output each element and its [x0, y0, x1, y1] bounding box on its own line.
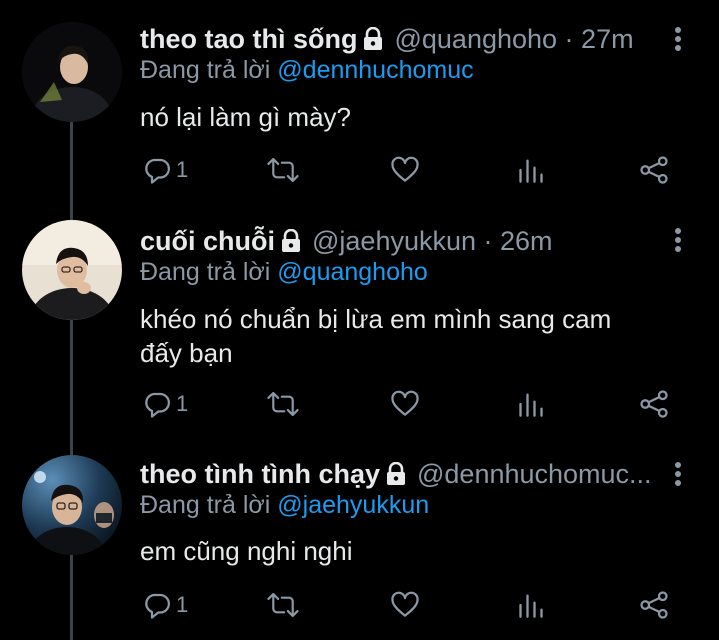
mention-link[interactable]: @dennhuchomuc	[277, 56, 473, 84]
username[interactable]: @jaehyukkun	[312, 226, 476, 257]
tweet-text: nó lại làm gì mày?	[140, 102, 351, 132]
avatar-image	[22, 22, 122, 122]
retweet-icon	[267, 391, 299, 417]
like-button[interactable]	[390, 384, 420, 424]
mention-link[interactable]: @jaehyukkun	[277, 491, 429, 519]
more-vertical-icon	[675, 228, 681, 252]
analytics-icon	[519, 393, 543, 417]
more-vertical-icon	[675, 462, 681, 486]
lock-icon	[362, 27, 384, 51]
tweet-header: theo tao thì sống @quanghoho · 27m	[140, 21, 634, 57]
heart-icon	[391, 591, 419, 617]
avatar[interactable]	[22, 455, 122, 555]
retweet-button[interactable]	[266, 384, 300, 424]
display-name[interactable]: theo tao thì sống	[140, 24, 357, 55]
analytics-button[interactable]	[517, 150, 545, 190]
reply-button[interactable]: 1	[142, 585, 188, 625]
share-icon	[640, 156, 668, 184]
replying-to-label: Đang trả lời	[140, 258, 278, 286]
replying-to: Đang trả lời @jaehyukkun	[140, 491, 429, 520]
reply-icon	[145, 593, 170, 619]
reply-count: 1	[176, 391, 189, 416]
more-options-button[interactable]	[664, 456, 692, 492]
timestamp[interactable]: 26m	[500, 226, 553, 257]
reply-icon	[145, 392, 170, 418]
more-options-button[interactable]	[664, 222, 692, 258]
heart-icon	[391, 390, 419, 416]
reply-button[interactable]: 1	[142, 150, 188, 190]
like-button[interactable]	[390, 150, 420, 190]
more-vertical-icon	[675, 27, 681, 51]
meta-separator: ·	[557, 23, 582, 54]
avatar[interactable]	[22, 220, 122, 320]
username[interactable]: @dennhuchomuc...	[417, 459, 652, 490]
replying-to: Đang trả lời @dennhuchomuc	[140, 56, 474, 85]
share-button[interactable]	[639, 150, 669, 190]
timestamp[interactable]: 27m	[581, 24, 634, 55]
more-options-button[interactable]	[664, 21, 692, 57]
tweet-text: em cũng nghi nghi	[140, 536, 353, 566]
replying-to: Đang trả lời @quanghoho	[140, 258, 428, 287]
meta-separator: ·	[476, 225, 501, 256]
avatar[interactable]	[22, 22, 122, 122]
tweet-actions: 1	[0, 585, 719, 625]
tweet-actions: 1	[0, 150, 719, 190]
tweet-header: theo tình tình chạy @dennhuchomuc...	[140, 456, 652, 492]
analytics-button[interactable]	[517, 384, 545, 424]
username[interactable]: @quanghoho	[394, 24, 557, 55]
share-icon	[640, 390, 668, 418]
lock-icon	[280, 229, 302, 253]
avatar-image	[22, 455, 122, 555]
tweet-text: khéo nó chuẩn bị lừa em mình sang cam đấ…	[140, 304, 612, 368]
display-name[interactable]: theo tình tình chạy	[140, 459, 380, 490]
reply-icon	[145, 158, 170, 184]
reply-button[interactable]: 1	[142, 384, 188, 424]
share-button[interactable]	[639, 585, 669, 625]
share-icon	[640, 591, 668, 619]
display-name[interactable]: cuối chuỗi	[140, 226, 275, 257]
analytics-icon	[519, 594, 543, 618]
share-button[interactable]	[639, 384, 669, 424]
tweet-actions: 1	[0, 384, 719, 424]
retweet-icon	[267, 592, 299, 618]
like-button[interactable]	[390, 585, 420, 625]
mention-link[interactable]: @quanghoho	[277, 258, 428, 286]
replying-to-label: Đang trả lời	[140, 56, 278, 84]
analytics-icon	[519, 159, 543, 183]
tweet-header: cuối chuỗi @jaehyukkun · 26m	[140, 223, 553, 259]
reply-count: 1	[176, 157, 189, 182]
analytics-button[interactable]	[517, 585, 545, 625]
replying-to-label: Đang trả lời	[140, 491, 278, 519]
reply-count: 1	[176, 592, 189, 617]
retweet-icon	[267, 157, 299, 183]
heart-icon	[391, 156, 419, 182]
lock-icon	[385, 462, 407, 486]
retweet-button[interactable]	[266, 150, 300, 190]
retweet-button[interactable]	[266, 585, 300, 625]
avatar-image	[22, 220, 122, 320]
